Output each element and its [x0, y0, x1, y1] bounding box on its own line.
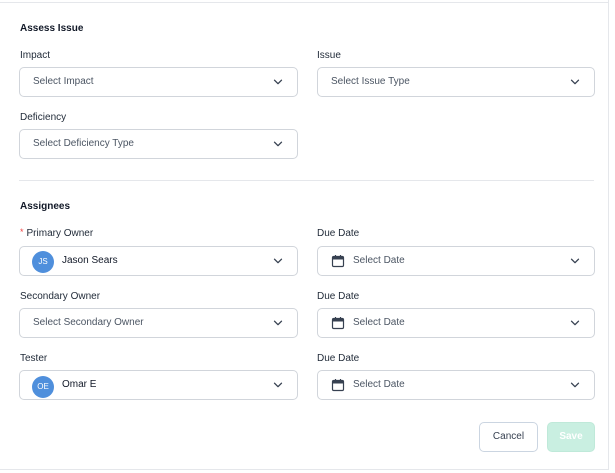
calendar-icon	[331, 379, 345, 392]
section-divider	[19, 180, 594, 181]
primary-owner-value: Jason Sears	[62, 255, 118, 266]
required-marker: *	[20, 227, 24, 237]
issue-label: Issue	[317, 50, 341, 61]
top-divider	[0, 2, 608, 3]
tester-due-date-label: Due Date	[317, 353, 360, 364]
primary-owner-label-text: Primary Owner	[26, 228, 94, 239]
impact-select[interactable]: Select Impact	[19, 67, 298, 97]
calendar-icon	[331, 317, 345, 330]
secondary-owner-placeholder: Select Secondary Owner	[33, 317, 144, 328]
tester-select[interactable]: OE Omar E	[19, 370, 298, 400]
secondary-owner-label: Secondary Owner	[20, 291, 101, 302]
avatar: JS	[32, 251, 54, 273]
primary-due-date-picker[interactable]: Select Date	[317, 246, 595, 276]
save-button[interactable]: Save	[547, 422, 595, 452]
avatar: OE	[32, 376, 54, 398]
secondary-due-date-placeholder: Select Date	[353, 317, 405, 328]
tester-value: Omar E	[62, 379, 97, 390]
tester-due-date-placeholder: Select Date	[353, 379, 405, 390]
issue-placeholder: Select Issue Type	[331, 76, 410, 87]
chevron-down-icon	[570, 79, 580, 85]
primary-owner-label: * Primary Owner	[20, 227, 94, 239]
primary-owner-select[interactable]: JS Jason Sears	[19, 246, 298, 276]
impact-label: Impact	[20, 50, 51, 61]
tester-due-date-picker[interactable]: Select Date	[317, 370, 595, 400]
chevron-down-icon	[570, 258, 580, 264]
impact-placeholder: Select Impact	[33, 76, 94, 87]
primary-due-date-label: Due Date	[317, 228, 360, 239]
deficiency-type-select[interactable]: Select Deficiency Type	[19, 129, 298, 159]
primary-due-date-placeholder: Select Date	[353, 255, 405, 266]
chevron-down-icon	[273, 258, 283, 264]
chevron-down-icon	[273, 141, 283, 147]
chevron-down-icon	[570, 320, 580, 326]
secondary-due-date-picker[interactable]: Select Date	[317, 308, 595, 338]
secondary-due-date-label: Due Date	[317, 291, 360, 302]
chevron-down-icon	[273, 320, 283, 326]
assignees-heading: Assignees	[20, 201, 71, 212]
chevron-down-icon	[570, 382, 580, 388]
issue-type-select[interactable]: Select Issue Type	[317, 67, 595, 97]
calendar-icon	[331, 255, 345, 268]
deficiency-label: Deficiency	[20, 112, 67, 123]
chevron-down-icon	[273, 382, 283, 388]
secondary-owner-select[interactable]: Select Secondary Owner	[19, 308, 298, 338]
tester-label: Tester	[20, 353, 48, 364]
deficiency-placeholder: Select Deficiency Type	[33, 138, 134, 149]
assess-issue-heading: Assess Issue	[20, 23, 84, 34]
cancel-button[interactable]: Cancel	[479, 422, 538, 452]
chevron-down-icon	[273, 79, 283, 85]
